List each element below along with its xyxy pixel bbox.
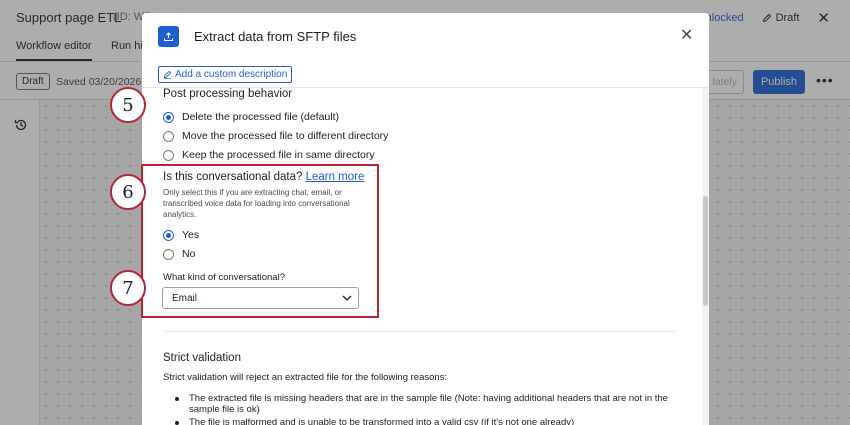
upload-icon (158, 26, 179, 47)
radio-label: Keep the processed file in same director… (182, 149, 375, 161)
modal-header: Extract data from SFTP files ✕ (142, 13, 709, 61)
post-processing-title: Post processing behavior (163, 88, 293, 100)
annotation-highlight-box (141, 164, 379, 318)
modal-title: Extract data from SFTP files (194, 29, 357, 44)
edit-icon (163, 70, 172, 79)
radio-button[interactable] (163, 111, 174, 123)
radio-label: Move the processed file to different dir… (182, 130, 389, 142)
strict-validation-description: Strict validation will reject an extract… (163, 372, 448, 383)
radio-move-file[interactable]: Move the processed file to different dir… (163, 130, 388, 142)
step-marker-5: 5 (110, 87, 146, 123)
list-item: The extracted file is missing headers th… (173, 393, 673, 415)
add-description-label: Add a custom description (175, 69, 288, 80)
strict-validation-reasons: The extracted file is missing headers th… (173, 393, 673, 425)
section-divider (163, 331, 677, 332)
add-description-button[interactable]: Add a custom description (158, 66, 293, 83)
strict-validation-title: Strict validation (163, 352, 241, 364)
radio-keep-file[interactable]: Keep the processed file in same director… (163, 149, 375, 161)
list-item: The file is malformed and is unable to b… (173, 417, 673, 425)
step-marker-7: 7 (110, 270, 146, 306)
modal-close-icon[interactable]: ✕ (680, 25, 693, 45)
radio-button[interactable] (163, 149, 174, 161)
radio-label: Delete the processed file (default) (182, 111, 340, 123)
radio-delete-file[interactable]: Delete the processed file (default) (163, 111, 339, 123)
radio-button[interactable] (163, 130, 174, 142)
step-marker-6: 6 (110, 174, 146, 210)
scrollbar-thumb[interactable] (703, 196, 708, 306)
